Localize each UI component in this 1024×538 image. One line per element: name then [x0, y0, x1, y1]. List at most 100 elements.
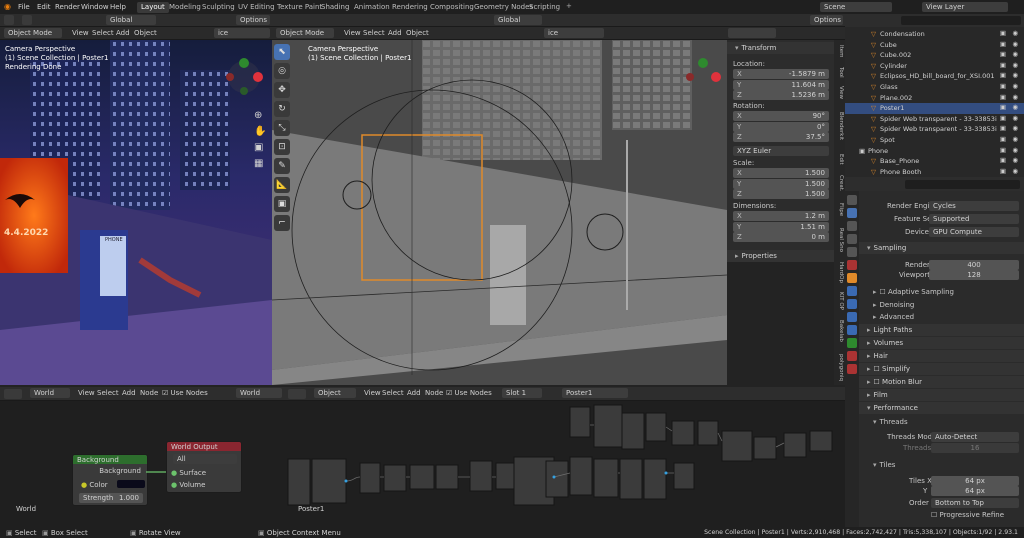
- main-search-field[interactable]: ice: [544, 28, 604, 38]
- sidebar-tab-real-sno[interactable]: Real Sno: [834, 223, 844, 257]
- rotation-x-field[interactable]: X 90°: [733, 111, 829, 121]
- cursor-tool-icon[interactable]: ◎: [274, 63, 290, 79]
- viewport-search-field[interactable]: ice: [214, 28, 270, 38]
- world-output-node[interactable]: World Output All ● Surface ● Volume: [166, 441, 242, 493]
- scale-tool-icon[interactable]: ⤡: [274, 120, 290, 136]
- sidebar-tab-bakelab[interactable]: Bakelab: [834, 316, 844, 345]
- render-camera-icon[interactable]: ▣: [1000, 124, 1006, 132]
- blender-logo-icon[interactable]: ◉: [4, 2, 11, 11]
- shader-use-nodes-checkbox[interactable]: ☑ Use Nodes: [446, 389, 492, 397]
- light-paths-section[interactable]: ▸ Light Paths: [859, 324, 1024, 336]
- visibility-eye-icon[interactable]: ◉: [1012, 40, 1018, 48]
- simplify-section[interactable]: ▸ ☐ Simplify: [859, 363, 1024, 375]
- extra-tool-icon[interactable]: ⌐: [274, 215, 290, 231]
- location-x-field[interactable]: X -1.5879 m: [733, 69, 829, 79]
- mode-dropdown[interactable]: Object Mode: [4, 28, 62, 38]
- shader-menu-view[interactable]: View: [364, 389, 381, 397]
- properties-header[interactable]: ▸ Properties: [727, 250, 834, 262]
- strength-field[interactable]: Strength 1.000: [79, 493, 143, 503]
- visibility-eye-icon[interactable]: ◉: [1012, 103, 1018, 111]
- data-tab-icon[interactable]: [847, 338, 857, 348]
- denoising-subpanel[interactable]: ▸ Denoising: [873, 301, 914, 309]
- visibility-eye-icon[interactable]: ◉: [1012, 71, 1018, 79]
- main-transform-orientation-dropdown[interactable]: Global: [494, 15, 542, 25]
- outliner-row[interactable]: ▽ Cube ▣ ◉: [845, 40, 1024, 51]
- background-node[interactable]: Background Background ● Color Strength 1…: [72, 454, 148, 506]
- render-camera-icon[interactable]: ▣: [1000, 40, 1006, 48]
- tiles-subpanel[interactable]: ▾ Tiles: [873, 461, 895, 469]
- world-datablock-field[interactable]: World: [236, 388, 282, 398]
- main-mode-dropdown[interactable]: Object Mode: [276, 28, 334, 38]
- outliner-row[interactable]: ▽ Cylinder ▣ ◉: [845, 61, 1024, 72]
- visibility-eye-icon[interactable]: ◉: [1012, 167, 1018, 175]
- menu-window[interactable]: Window: [81, 3, 109, 11]
- rotation-mode-dropdown[interactable]: XYZ Euler: [733, 146, 829, 156]
- render-tab-icon[interactable]: [847, 208, 857, 218]
- scale-x-field[interactable]: X 1.500: [733, 168, 829, 178]
- particles-tab-icon[interactable]: [847, 299, 857, 309]
- outliner-row[interactable]: ▽ Condensation ▣ ◉: [845, 29, 1024, 40]
- outliner-row[interactable]: ▽ Spider Web transparent - 33-33853i ▣ ◉: [845, 114, 1024, 125]
- properties-search-field[interactable]: [905, 180, 1020, 189]
- shader-editor-type-icon[interactable]: [288, 389, 306, 399]
- menu-help[interactable]: Help: [110, 3, 126, 11]
- shader-node-canvas[interactable]: Poster1: [284, 401, 845, 527]
- dimension-z-field[interactable]: Z 0 m: [733, 232, 829, 242]
- material-tab-icon[interactable]: [847, 351, 857, 361]
- visibility-eye-icon[interactable]: ◉: [1012, 50, 1018, 58]
- tiles-y-field[interactable]: 64 px: [931, 486, 1019, 496]
- visibility-eye-icon[interactable]: ◉: [1012, 156, 1018, 164]
- adaptive-sampling-toggle[interactable]: ▸ ☐ Adaptive Sampling: [873, 288, 954, 296]
- threads-mode-dropdown[interactable]: Auto-Detect: [931, 432, 1019, 442]
- render-camera-icon[interactable]: ▣: [1000, 135, 1006, 143]
- outliner-row[interactable]: ▽ Spot ▣ ◉: [845, 135, 1024, 146]
- world-menu-view[interactable]: View: [78, 389, 95, 397]
- outliner-search-field[interactable]: [901, 16, 1021, 25]
- modifier-tab-icon[interactable]: [847, 286, 857, 296]
- menu-edit[interactable]: Edit: [37, 3, 51, 11]
- move-tool-icon[interactable]: ✥: [274, 82, 290, 98]
- hand-icon[interactable]: ✋: [254, 126, 266, 137]
- location-y-field[interactable]: Y 11.604 m: [733, 79, 829, 90]
- visibility-eye-icon[interactable]: ◉: [1012, 146, 1018, 154]
- options-dropdown[interactable]: Options: [236, 15, 270, 25]
- main-menu-object[interactable]: Object: [406, 29, 429, 37]
- scale-y-field[interactable]: Y 1.500: [733, 178, 829, 189]
- outliner-row[interactable]: ▣ Phone ▣ ◉: [845, 146, 1024, 157]
- render-camera-icon[interactable]: ▣: [1000, 103, 1006, 111]
- menu-add[interactable]: Add: [116, 29, 130, 37]
- world-output-target-dropdown[interactable]: All: [173, 454, 237, 464]
- menu-select[interactable]: Select: [92, 29, 114, 37]
- outliner-row[interactable]: ▽ Cube.002 ▣ ◉: [845, 50, 1024, 61]
- shader-menu-add[interactable]: Add: [407, 389, 421, 397]
- sidebar-tab-edit[interactable]: Edit: [834, 150, 844, 168]
- outliner-row[interactable]: ▽ Plane.002 ▣ ◉: [845, 93, 1024, 104]
- volumes-section[interactable]: ▸ Volumes: [859, 337, 1024, 349]
- color-swatch[interactable]: [117, 480, 145, 488]
- visibility-eye-icon[interactable]: ◉: [1012, 93, 1018, 101]
- visibility-eye-icon[interactable]: ◉: [1012, 135, 1018, 143]
- outliner-row[interactable]: ▽ Glass ▣ ◉: [845, 82, 1024, 93]
- editor-type-icon[interactable]: [4, 15, 14, 25]
- render-camera-icon[interactable]: ▣: [1000, 61, 1006, 69]
- world-editor-type-icon[interactable]: [4, 389, 22, 399]
- object-tab-icon[interactable]: [847, 273, 857, 283]
- shader-type-dropdown[interactable]: Object: [314, 388, 356, 398]
- main-menu-add[interactable]: Add: [388, 29, 402, 37]
- world-menu-select[interactable]: Select: [97, 389, 119, 397]
- world-menu-node[interactable]: Node: [140, 389, 158, 397]
- measure-tool-icon[interactable]: 📐: [274, 177, 290, 193]
- transform-orientation-dropdown[interactable]: Global: [106, 15, 156, 25]
- transform-tool-icon[interactable]: ⊡: [274, 139, 290, 155]
- select-tool-icon[interactable]: ⬉: [274, 44, 290, 60]
- scale-z-field[interactable]: Z 1.500: [733, 189, 829, 199]
- sidebar-tab-blenderkit[interactable]: Blenderkit: [834, 105, 844, 147]
- volume-socket[interactable]: ● Volume: [171, 481, 205, 489]
- sidebar-tab-view[interactable]: View: [834, 84, 844, 102]
- world-node-canvas[interactable]: Background Background ● Color Strength 1…: [0, 401, 284, 527]
- outliner-row[interactable]: ▽ Phone Booth ▣ ◉: [845, 167, 1024, 177]
- main-navigation-gizmo[interactable]: [680, 54, 726, 100]
- sidebar-tab-tool[interactable]: Tool: [834, 63, 844, 81]
- render-camera-icon[interactable]: ▣: [1000, 167, 1006, 175]
- rotation-y-field[interactable]: Y 0°: [733, 121, 829, 132]
